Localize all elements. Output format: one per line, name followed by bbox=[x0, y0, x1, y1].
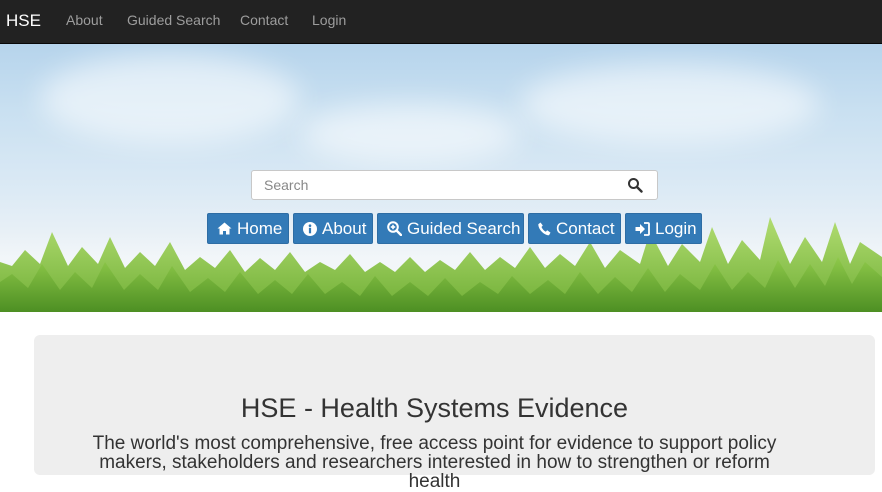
login-button-label: Login bbox=[655, 219, 697, 238]
cloud-decoration bbox=[520, 64, 820, 144]
home-button[interactable]: Home bbox=[207, 213, 289, 244]
login-button[interactable]: Login bbox=[625, 213, 702, 244]
nav-link-guided-search[interactable]: Guided Search bbox=[127, 0, 220, 43]
search-input[interactable] bbox=[252, 171, 612, 199]
cloud-decoration bbox=[300, 104, 520, 164]
intro-text: The world's most comprehensive, free acc… bbox=[92, 433, 777, 492]
guided-search-button-label: Guided Search bbox=[407, 219, 521, 238]
info-icon bbox=[303, 221, 317, 236]
home-button-label: Home bbox=[237, 219, 283, 238]
zoom-in-icon bbox=[387, 221, 402, 236]
nav-link-login[interactable]: Login bbox=[312, 0, 346, 43]
nav-link-contact[interactable]: Contact bbox=[240, 0, 288, 43]
nav-link-about[interactable]: About bbox=[66, 0, 103, 43]
search-icon[interactable] bbox=[627, 177, 643, 193]
hero-banner: Home About Guided Search Contact Login bbox=[0, 44, 882, 312]
about-button-label: About bbox=[322, 219, 367, 238]
contact-button-label: Contact bbox=[556, 219, 615, 238]
intro-jumbotron: HSE - Health Systems Evidence The world'… bbox=[34, 335, 875, 491]
phone-icon bbox=[538, 222, 551, 235]
login-icon bbox=[635, 221, 650, 236]
contact-button[interactable]: Contact bbox=[528, 213, 621, 244]
top-navbar: HSE About Guided Search Contact Login bbox=[0, 0, 882, 44]
about-button[interactable]: About bbox=[293, 213, 373, 244]
search-bar bbox=[251, 170, 658, 200]
home-icon bbox=[217, 222, 232, 235]
guided-search-button[interactable]: Guided Search bbox=[377, 213, 524, 244]
brand-link[interactable]: HSE bbox=[6, 0, 41, 43]
cloud-decoration bbox=[40, 54, 300, 144]
page-title: HSE - Health Systems Evidence bbox=[240, 393, 629, 423]
